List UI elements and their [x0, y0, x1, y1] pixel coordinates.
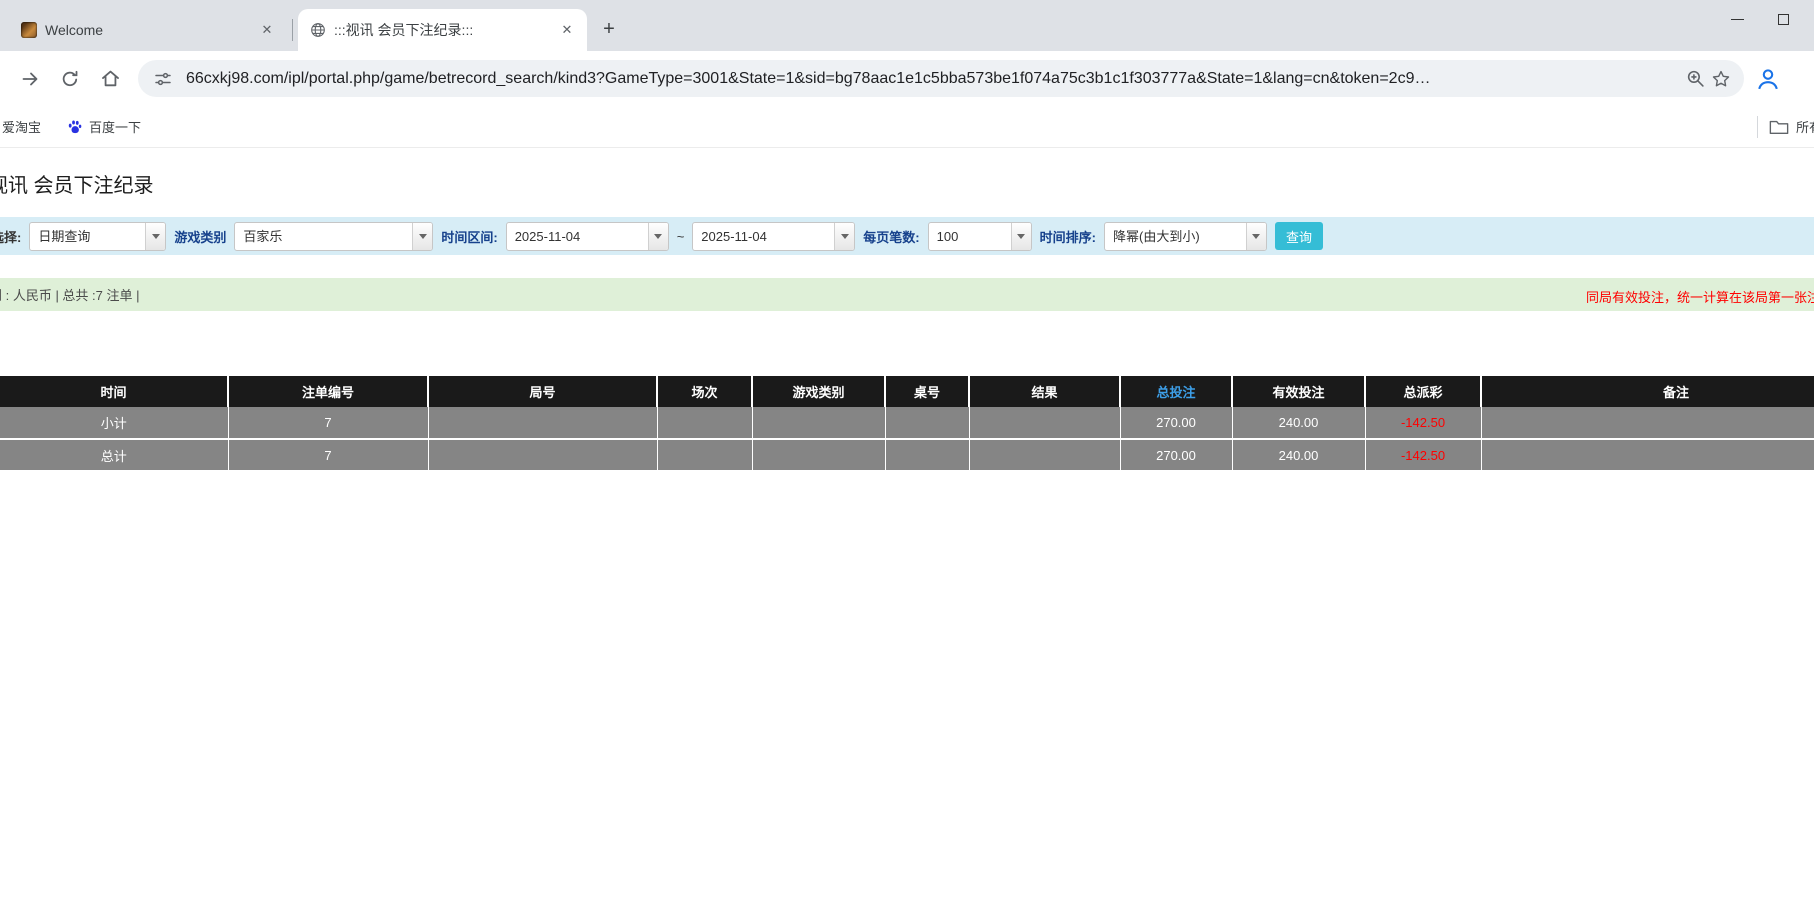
tab-betrecord[interactable]: :::视讯 会员下注纪录::: ✕ — [298, 9, 587, 51]
summary-bar: 币别 : 人民币 | 总共 :7 注单 | 同局有效投注，统一计算在该局第一张注… — [0, 278, 1814, 311]
url-bar[interactable]: 66cxkj98.com/ipl/portal.php/game/betreco… — [138, 60, 1744, 97]
total-row: 总计 7 270.00 240.00 -142.50 — [0, 439, 1814, 472]
page-size-input[interactable]: 100 — [927, 221, 1032, 251]
filter-bar: 选择: 日期查询 游戏类别 百家乐 时间区间: 2025-11-04 ~ 202… — [0, 217, 1814, 255]
new-tab-button[interactable]: + — [595, 15, 623, 43]
maximize-button[interactable] — [1760, 4, 1806, 34]
column-header: 总派彩 — [1365, 376, 1482, 407]
total-row-count: 7 — [228, 439, 429, 472]
tab-welcome[interactable]: Welcome ✕ — [9, 9, 287, 51]
reload-icon[interactable] — [52, 61, 88, 97]
column-header: 局号 — [428, 376, 658, 407]
total-row-empty — [428, 439, 658, 472]
date-separator: ~ — [676, 228, 685, 244]
baidu-icon — [67, 119, 83, 135]
bookmark-label: 百度一下 — [89, 120, 142, 135]
subtotal-row-payout: -142.50 — [1365, 407, 1482, 440]
bookmarks-bar: 爱淘宝 百度一下 所有书签 — [0, 106, 1814, 148]
total-row-label: 总计 — [0, 439, 229, 472]
sort-order-label: 时间排序: — [1039, 229, 1096, 245]
column-header: 游戏类别 — [752, 376, 886, 407]
bookmarks-right-group: 所有书签 — [1756, 115, 1814, 138]
bet-record-table: 时间 注单编号 局号 场次 游戏类别 桌号 结果 总投注 有效投注 总派彩 备注 小计 7 270.00 2… — [0, 376, 1814, 472]
bet-table-wrap: 时间 注单编号 局号 场次 游戏类别 桌号 结果 总投注 有效投注 总派彩 备注 小计 7 270.00 2… — [0, 376, 1814, 472]
globe-favicon-icon — [310, 22, 326, 38]
date-range-label: 时间区间: — [441, 229, 498, 245]
url-text[interactable]: 66cxkj98.com/ipl/portal.php/game/betreco… — [186, 70, 1672, 88]
subtotal-row-label: 小计 — [0, 407, 229, 440]
browser-toolbar: 66cxkj98.com/ipl/portal.php/game/betreco… — [0, 51, 1814, 106]
subtotal-row-valid-bet: 240.00 — [1232, 407, 1366, 440]
tab-strip: Welcome ✕ :::视讯 会员下注纪录::: ✕ + — [0, 0, 1814, 51]
summary-currency-count: 币别 : 人民币 | 总共 :7 注单 | — [0, 288, 140, 303]
game-type-select[interactable]: 百家乐 — [234, 221, 434, 251]
tab-title: Welcome — [45, 22, 104, 38]
total-row-valid-bet: 240.00 — [1232, 439, 1366, 472]
total-row-empty — [657, 439, 753, 472]
subtotal-row-empty — [969, 407, 1121, 440]
site-settings-icon[interactable] — [150, 66, 176, 92]
bookmark-star-icon[interactable] — [1708, 66, 1734, 92]
subtotal-row-count: 7 — [228, 407, 429, 440]
total-row-empty — [752, 439, 886, 472]
subtotal-row-empty — [657, 407, 753, 440]
column-header: 场次 — [657, 376, 753, 407]
column-header: 时间 — [0, 376, 229, 407]
minimize-button[interactable] — [1714, 4, 1760, 34]
page-size-label: 每页笔数: — [863, 229, 920, 245]
column-header: 有效投注 — [1232, 376, 1366, 407]
summary-notice: 同局有效投注，统一计算在该局第一张注单 — [1586, 290, 1814, 305]
window-controls — [1714, 4, 1806, 34]
chevron-down-icon[interactable] — [1245, 222, 1266, 250]
page-title: 视讯 会员下注纪录 — [0, 175, 154, 197]
chevron-down-icon[interactable] — [647, 222, 668, 250]
chevron-down-icon[interactable] — [412, 222, 433, 250]
total-row-total-bet: 270.00 — [1120, 439, 1233, 472]
bookmark-aitaobao[interactable]: 爱淘宝 — [0, 113, 47, 140]
home-icon[interactable] — [92, 61, 128, 97]
total-row-payout: -142.50 — [1365, 439, 1482, 472]
total-row-empty — [1481, 439, 1814, 472]
table-header-row: 时间 注单编号 局号 场次 游戏类别 桌号 结果 总投注 有效投注 总派彩 备注 — [0, 376, 1814, 407]
welcome-favicon-icon — [21, 22, 37, 38]
query-type-select[interactable]: 日期查询 — [29, 221, 167, 251]
zoom-icon[interactable] — [1682, 66, 1708, 92]
date-from-input[interactable]: 2025-11-04 — [505, 221, 669, 251]
subtotal-row-empty — [885, 407, 970, 440]
chevron-down-icon[interactable] — [145, 222, 166, 250]
chevron-down-icon[interactable] — [1010, 222, 1031, 250]
bookmark-baidu[interactable]: 百度一下 — [61, 113, 147, 140]
bookmarks-divider — [1756, 115, 1758, 138]
tab-title: :::视讯 会员下注纪录::: — [334, 22, 474, 38]
forward-icon[interactable] — [12, 61, 48, 97]
tab-close-icon[interactable]: ✕ — [557, 20, 577, 40]
game-type-label: 游戏类别 — [174, 229, 227, 245]
subtotal-row-empty — [1481, 407, 1814, 440]
column-header: 备注 — [1481, 376, 1814, 407]
column-header: 总投注 — [1120, 376, 1233, 407]
tab-divider — [292, 19, 293, 41]
subtotal-row-empty — [428, 407, 658, 440]
column-header: 结果 — [969, 376, 1121, 407]
query-type-label: 选择: — [0, 229, 22, 245]
all-bookmarks-label[interactable]: 所有书签 — [1796, 117, 1814, 136]
subtotal-row-total-bet: 270.00 — [1120, 407, 1233, 440]
subtotal-row-empty — [752, 407, 886, 440]
chevron-down-icon[interactable] — [834, 222, 855, 250]
page-content: 视讯 会员下注纪录 选择: 日期查询 游戏类别 百家乐 时间区间: 2025-1… — [0, 169, 1814, 472]
search-button[interactable]: 查询 — [1274, 222, 1323, 250]
total-row-empty — [969, 439, 1121, 472]
column-header: 注单编号 — [228, 376, 429, 407]
subtotal-row: 小计 7 270.00 240.00 -142.50 — [0, 407, 1814, 440]
date-to-input[interactable]: 2025-11-04 — [692, 221, 856, 251]
tab-close-icon[interactable]: ✕ — [257, 20, 277, 40]
profile-avatar-icon[interactable] — [1752, 63, 1784, 95]
browser-window: Welcome ✕ :::视讯 会员下注纪录::: ✕ + 66cxkj98.c… — [0, 0, 1814, 899]
folder-icon[interactable] — [1769, 118, 1789, 136]
column-header: 桌号 — [885, 376, 970, 407]
total-row-empty — [885, 439, 970, 472]
bookmark-label: 爱淘宝 — [2, 120, 42, 135]
sort-order-select[interactable]: 降幂(由大到小) — [1103, 221, 1267, 251]
